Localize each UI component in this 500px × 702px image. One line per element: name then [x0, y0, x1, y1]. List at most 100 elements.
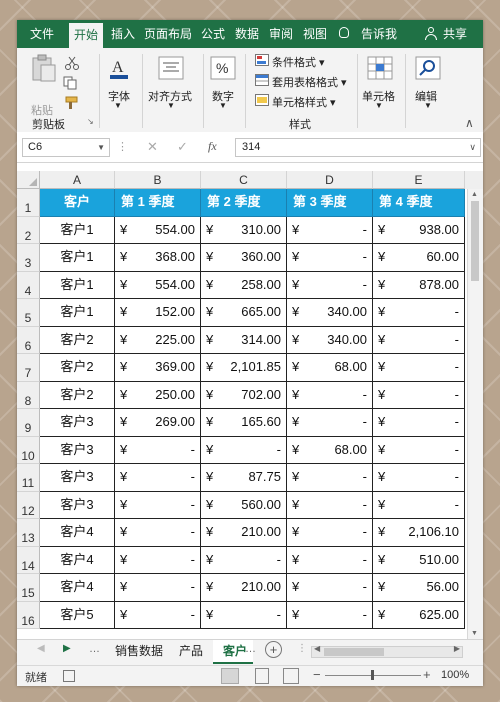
amount-cell[interactable]: ¥665.00 — [201, 299, 287, 327]
customer-cell[interactable]: 客户3 — [40, 464, 115, 492]
scroll-right-icon[interactable]: ▶ — [454, 644, 460, 653]
amount-cell[interactable]: ¥360.00 — [201, 244, 287, 272]
enter-icon[interactable]: ✓ — [177, 139, 188, 155]
tab-formulas[interactable]: 公式 — [199, 20, 227, 48]
row-header[interactable]: 14 — [17, 546, 40, 574]
amount-cell[interactable]: ¥ - — [373, 436, 465, 464]
page-layout-view-icon[interactable] — [255, 668, 269, 684]
chevron-down-icon[interactable]: ▼ — [424, 101, 432, 110]
chevron-down-icon[interactable]: ▼ — [167, 101, 175, 110]
amount-cell[interactable]: ¥225.00 — [115, 326, 201, 354]
row-header[interactable]: 13 — [17, 519, 40, 547]
amount-cell[interactable]: ¥ - — [287, 464, 373, 492]
amount-cell[interactable]: ¥87.75 — [201, 464, 287, 492]
lightbulb-icon[interactable] — [339, 27, 349, 38]
collapse-ribbon-icon[interactable]: ∧ — [465, 116, 474, 130]
customer-cell[interactable]: 客户1 — [40, 271, 115, 299]
amount-cell[interactable]: ¥68.00 — [287, 354, 373, 382]
cell-style-button[interactable]: 单元格样式 ▾ — [272, 94, 336, 110]
amount-cell[interactable]: ¥210.00 — [201, 519, 287, 547]
table-header-cell[interactable]: 第 2 季度 — [201, 189, 287, 217]
zoom-level[interactable]: 100% — [441, 669, 469, 681]
amount-cell[interactable]: ¥60.00 — [373, 244, 465, 272]
amount-cell[interactable]: ¥ - — [201, 436, 287, 464]
amount-cell[interactable]: ¥152.00 — [115, 299, 201, 327]
sheet-tab-sales[interactable]: 销售数据 — [105, 640, 173, 662]
amount-cell[interactable]: ¥ - — [287, 601, 373, 629]
customer-cell[interactable]: 客户2 — [40, 326, 115, 354]
row-header[interactable]: 6 — [17, 326, 40, 354]
customer-cell[interactable]: 客户3 — [40, 491, 115, 519]
amount-cell[interactable]: ¥ - — [115, 601, 201, 629]
chevron-down-icon[interactable]: ▼ — [375, 101, 383, 110]
amount-cell[interactable]: ¥ - — [287, 409, 373, 437]
table-header-cell[interactable]: 客户 — [40, 189, 115, 217]
customer-cell[interactable]: 客户2 — [40, 354, 115, 382]
name-box[interactable]: C6 ▼ — [22, 138, 110, 157]
zoom-slider-thumb[interactable] — [371, 670, 374, 680]
amount-cell[interactable]: ¥702.00 — [201, 381, 287, 409]
prev-sheet-icon[interactable]: ◀ — [37, 643, 45, 654]
worksheet-grid[interactable]: A B C D E 1 客户第 1 季度第 2 季度第 3 季度第 4 季度 2 客户… — [17, 171, 483, 639]
amount-cell[interactable]: ¥510.00 — [373, 546, 465, 574]
column-header-b[interactable]: B — [115, 171, 201, 189]
share-button[interactable]: 共享 — [441, 20, 469, 48]
search-icon[interactable] — [415, 56, 441, 80]
zoom-slider[interactable] — [325, 670, 421, 680]
amount-cell[interactable]: ¥ - — [115, 519, 201, 547]
conditional-format-button[interactable]: 条件格式 ▾ — [272, 54, 325, 70]
amount-cell[interactable]: ¥ - — [115, 546, 201, 574]
more-sheets-icon[interactable]: … — [245, 643, 256, 655]
amount-cell[interactable]: ¥269.00 — [115, 409, 201, 437]
share-person-icon[interactable] — [425, 27, 437, 41]
amount-cell[interactable]: ¥369.00 — [115, 354, 201, 382]
cancel-icon[interactable]: ✕ — [147, 139, 158, 155]
amount-cell[interactable]: ¥ - — [287, 574, 373, 602]
scroll-thumb[interactable] — [324, 648, 384, 656]
amount-cell[interactable]: ¥ - — [287, 519, 373, 547]
cut-icon[interactable] — [65, 56, 79, 70]
zoom-out-button[interactable]: − — [313, 667, 321, 682]
scroll-left-icon[interactable]: ◀ — [314, 644, 320, 653]
zoom-in-button[interactable]: + — [423, 667, 431, 682]
tell-me-box[interactable]: 告诉我 — [359, 20, 399, 48]
formula-input[interactable]: 314 ∨ — [235, 138, 481, 157]
amount-cell[interactable]: ¥ - — [201, 601, 287, 629]
accessibility-icon[interactable] — [63, 670, 75, 682]
amount-cell[interactable]: ¥ - — [287, 491, 373, 519]
font-icon[interactable]: A — [107, 56, 131, 82]
amount-cell[interactable]: ¥340.00 — [287, 299, 373, 327]
table-format-button[interactable]: 套用表格格式 ▾ — [272, 74, 347, 90]
row-header[interactable]: 1 — [17, 189, 40, 217]
tab-review[interactable]: 审阅 — [267, 20, 295, 48]
customer-cell[interactable]: 客户4 — [40, 519, 115, 547]
amount-cell[interactable]: ¥560.00 — [201, 491, 287, 519]
amount-cell[interactable]: ¥56.00 — [373, 574, 465, 602]
amount-cell[interactable]: ¥ - — [373, 354, 465, 382]
row-header[interactable]: 4 — [17, 271, 40, 299]
page-break-view-icon[interactable] — [283, 668, 299, 684]
paste-icon[interactable] — [29, 54, 59, 84]
customer-cell[interactable]: 客户1 — [40, 299, 115, 327]
amount-cell[interactable]: ¥ - — [115, 491, 201, 519]
amount-cell[interactable]: ¥938.00 — [373, 216, 465, 244]
amount-cell[interactable]: ¥ - — [373, 491, 465, 519]
tab-home[interactable]: 开始 — [69, 23, 103, 48]
amount-cell[interactable]: ¥ - — [201, 546, 287, 574]
amount-cell[interactable]: ¥625.00 — [373, 601, 465, 629]
amount-cell[interactable]: ¥554.00 — [115, 271, 201, 299]
row-header[interactable]: 16 — [17, 601, 40, 629]
amount-cell[interactable]: ¥368.00 — [115, 244, 201, 272]
tab-file[interactable]: 文件 — [25, 20, 59, 48]
amount-cell[interactable]: ¥250.00 — [115, 381, 201, 409]
tab-data[interactable]: 数据 — [233, 20, 261, 48]
amount-cell[interactable]: ¥ - — [287, 216, 373, 244]
amount-cell[interactable]: ¥878.00 — [373, 271, 465, 299]
customer-cell[interactable]: 客户4 — [40, 546, 115, 574]
customer-cell[interactable]: 客户4 — [40, 574, 115, 602]
normal-view-icon[interactable] — [221, 668, 239, 684]
cell-style-icon[interactable] — [255, 94, 269, 106]
row-header[interactable]: 5 — [17, 299, 40, 327]
chevron-down-icon[interactable]: ▼ — [219, 101, 227, 110]
amount-cell[interactable]: ¥ - — [287, 271, 373, 299]
